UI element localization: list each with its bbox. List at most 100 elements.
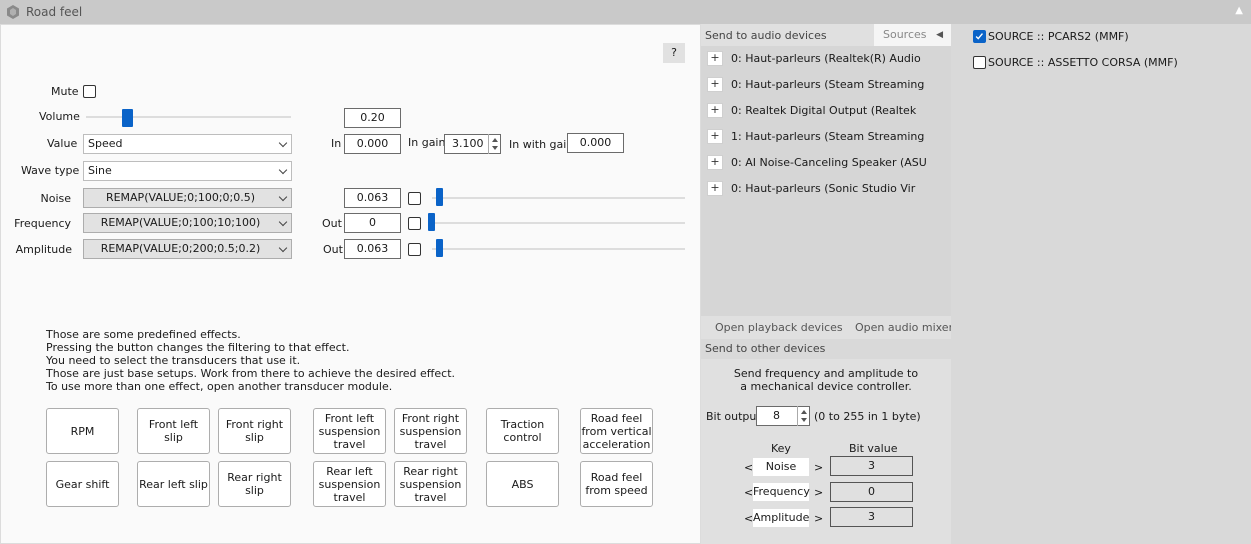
bit-value-amplitude: 3	[830, 507, 913, 527]
checkmark-icon	[975, 33, 983, 40]
volume-slider-thumb[interactable]	[122, 109, 133, 127]
effect-abs-button[interactable]: ABS	[486, 461, 559, 507]
audio-device-item[interactable]: 1: Haut-parleurs (Steam Streaming	[731, 130, 924, 143]
effect-rear-right-suspension-button[interactable]: Rear right suspension travel	[394, 461, 467, 507]
spin-up-icon[interactable]	[492, 138, 498, 142]
volume-label: Volume	[39, 110, 80, 123]
chevron-down-icon	[278, 138, 288, 148]
noise-checkbox[interactable]	[408, 192, 421, 205]
audio-device-item[interactable]: 0: Haut-parleurs (Sonic Studio Vir	[731, 182, 915, 195]
effect-traction-control-button[interactable]: Traction control	[486, 408, 559, 454]
description-line: Those are some predefined effects.	[46, 328, 241, 341]
volume-slider-track[interactable]	[86, 116, 291, 118]
description-line: You need to select the transducers that …	[46, 354, 301, 367]
in-gain-label: In gain	[408, 136, 446, 149]
effect-road-feel-vertical-button[interactable]: Road feel from vertical acceleration	[580, 408, 653, 454]
bit-output-label: Bit output	[706, 410, 761, 423]
effect-front-left-slip-button[interactable]: Front left slip	[137, 408, 210, 454]
help-button[interactable]: ?	[663, 43, 685, 63]
audio-device-item[interactable]: 0: Realtek Digital Output (Realtek	[731, 104, 916, 117]
source-assetto-corsa-label: SOURCE :: ASSETTO CORSA (MMF)	[988, 56, 1178, 69]
amplitude-formula-select[interactable]: REMAP(VALUE;0;200;0.5;0.2)	[83, 239, 292, 259]
source-pcars2-checkbox[interactable]	[973, 30, 986, 43]
spin-down-icon[interactable]	[801, 418, 807, 422]
window-title: Road feel	[26, 5, 83, 19]
expand-device-button[interactable]: +	[707, 51, 723, 66]
amplitude-checkbox[interactable]	[408, 243, 421, 256]
effect-front-right-suspension-button[interactable]: Front right suspension travel	[394, 408, 467, 454]
audio-device-item[interactable]: 0: AI Noise-Canceling Speaker (ASU	[731, 156, 927, 169]
frequency-formula-select[interactable]: REMAP(VALUE;0;100;10;100)	[83, 213, 292, 233]
amplitude-slider-track[interactable]	[432, 248, 685, 250]
expand-device-button[interactable]: +	[707, 129, 723, 144]
noise-value-box: 0.063	[344, 188, 401, 208]
bit-value-frequency: 0	[830, 482, 913, 502]
description-line: Pressing the button changes the filterin…	[46, 341, 350, 354]
effect-road-feel-speed-button[interactable]: Road feel from speed	[580, 461, 653, 507]
open-audio-mixer-button[interactable]: Open audio mixer	[855, 321, 953, 334]
in-value-box: 0.000	[344, 134, 401, 154]
effects-description: Those are some predefined effects. Press…	[46, 328, 455, 393]
other-devices-header: Send to other devices	[705, 342, 826, 355]
sources-panel	[951, 24, 1251, 544]
key-next-button[interactable]: >	[814, 461, 823, 474]
amplitude-label: Amplitude	[15, 243, 72, 256]
in-with-gain-value-box: 0.000	[567, 133, 624, 153]
frequency-out-label: Out	[322, 217, 342, 230]
value-label: Value	[47, 137, 78, 150]
audio-device-item[interactable]: 0: Haut-parleurs (Steam Streaming	[731, 78, 924, 91]
key-next-button[interactable]: >	[814, 512, 823, 525]
expand-device-button[interactable]: +	[707, 77, 723, 92]
bit-output-spinner[interactable]	[797, 406, 809, 426]
frequency-checkbox[interactable]	[408, 217, 421, 230]
frequency-label: Frequency	[14, 217, 71, 230]
bit-value-noise: 3	[830, 456, 913, 476]
key-next-button[interactable]: >	[814, 486, 823, 499]
in-gain-input[interactable]: 3.100	[444, 134, 501, 154]
effect-rear-right-slip-button[interactable]: Rear right slip	[218, 461, 291, 507]
mute-checkbox[interactable]	[83, 85, 96, 98]
in-with-gain-label: In with gain	[509, 138, 574, 151]
spin-up-icon[interactable]	[801, 410, 807, 414]
effect-rear-left-suspension-button[interactable]: Rear left suspension travel	[313, 461, 386, 507]
volume-value-box: 0.20	[344, 108, 401, 128]
audio-device-item[interactable]: 0: Haut-parleurs (Realtek(R) Audio	[731, 52, 921, 65]
key-amplitude[interactable]: Amplitude	[752, 508, 810, 528]
source-pcars2-label: SOURCE :: PCARS2 (MMF)	[988, 30, 1129, 43]
frequency-formula-text: REMAP(VALUE;0;100;10;100)	[100, 216, 261, 229]
bit-value-column-header: Bit value	[849, 442, 898, 455]
expand-device-button[interactable]: +	[707, 181, 723, 196]
frequency-slider-thumb[interactable]	[428, 213, 435, 231]
amplitude-slider-thumb[interactable]	[435, 239, 443, 257]
effect-rear-left-slip-button[interactable]: Rear left slip	[137, 461, 210, 507]
in-gain-spinner[interactable]	[488, 134, 500, 154]
wave-type-select[interactable]: Sine	[83, 161, 292, 181]
sources-tab[interactable]: Sources ◀	[874, 24, 951, 46]
frequency-slider-track[interactable]	[432, 222, 685, 224]
effect-gear-shift-button[interactable]: Gear shift	[46, 461, 119, 507]
expand-device-button[interactable]: +	[707, 155, 723, 170]
noise-slider-track[interactable]	[432, 197, 685, 199]
value-select[interactable]: Speed	[83, 134, 292, 154]
key-frequency[interactable]: Frequency	[752, 482, 810, 502]
noise-formula-select[interactable]: REMAP(VALUE;0;100;0;0.5)	[83, 188, 292, 208]
app-logo-icon	[7, 5, 19, 19]
effect-front-left-suspension-button[interactable]: Front left suspension travel	[313, 408, 386, 454]
open-playback-devices-button[interactable]: Open playback devices	[715, 321, 843, 334]
mute-label: Mute	[51, 85, 79, 98]
chevron-down-icon	[278, 217, 288, 227]
description-line: Those are just base setups. Work from th…	[46, 367, 456, 380]
key-noise[interactable]: Noise	[752, 457, 810, 477]
in-label: In	[331, 137, 342, 150]
bit-output-input[interactable]: 8	[756, 406, 810, 426]
noise-slider-thumb[interactable]	[435, 188, 443, 206]
expand-device-button[interactable]: +	[707, 103, 723, 118]
effect-rpm-button[interactable]: RPM	[46, 408, 119, 454]
spin-down-icon[interactable]	[492, 146, 498, 150]
triangle-up-icon[interactable]: ▲	[1235, 5, 1243, 16]
source-assetto-corsa-checkbox[interactable]	[973, 56, 986, 69]
value-select-text: Speed	[88, 137, 123, 150]
effect-front-right-slip-button[interactable]: Front right slip	[218, 408, 291, 454]
key-column-header: Key	[771, 442, 791, 455]
frequency-value-box: 0	[344, 213, 401, 233]
